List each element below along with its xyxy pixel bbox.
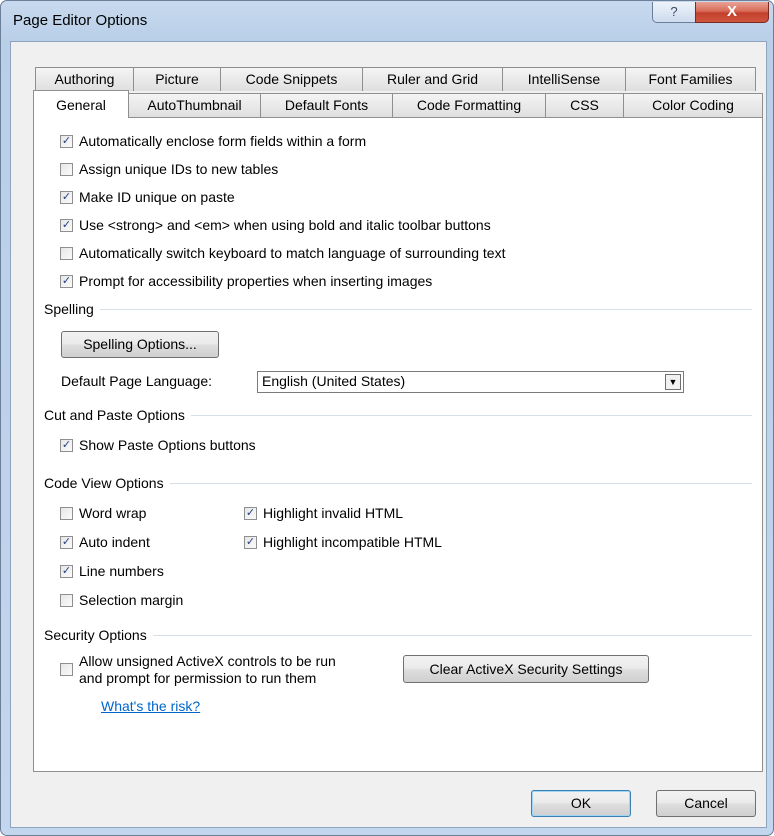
tab-ruler-and-grid[interactable]: Ruler and Grid — [362, 67, 503, 91]
general-tab-panel: ✓ Automatically enclose form fields with… — [33, 117, 763, 772]
spelling-heading: Spelling — [44, 301, 94, 317]
option-highlight-invalid-html[interactable]: ✓ Highlight invalid HTML — [244, 505, 403, 521]
option-allow-activex[interactable]: Allow unsigned ActiveX controls to be ru… — [60, 653, 336, 687]
checkbox-selection-margin[interactable] — [60, 593, 73, 607]
label-highlight-incompatible-html: Highlight incompatible HTML — [263, 534, 442, 550]
whats-the-risk-link[interactable]: What's the risk? — [101, 698, 200, 714]
help-button[interactable]: ? — [652, 2, 696, 23]
label-accessibility-prompt: Prompt for accessibility properties when… — [79, 273, 433, 289]
checkbox-accessibility-prompt[interactable]: ✓ — [60, 274, 73, 288]
label-strong-em: Use <strong> and <em> when using bold an… — [79, 217, 491, 233]
option-show-paste-options[interactable]: ✓ Show Paste Options buttons — [60, 437, 256, 453]
checkbox-highlight-incompatible-html[interactable]: ✓ — [244, 535, 257, 549]
option-line-numbers[interactable]: ✓ Line numbers — [60, 563, 164, 579]
option-enclose-form-fields[interactable]: ✓ Automatically enclose form fields with… — [60, 133, 366, 149]
code-view-section-header: Code View Options — [44, 475, 752, 491]
checkbox-line-numbers[interactable]: ✓ — [60, 564, 73, 578]
checkbox-auto-indent[interactable]: ✓ — [60, 535, 73, 549]
tab-intellisense[interactable]: IntelliSense — [502, 67, 626, 91]
option-word-wrap[interactable]: Word wrap — [60, 505, 146, 521]
cut-paste-section-header: Cut and Paste Options — [44, 407, 752, 423]
tab-picture[interactable]: Picture — [133, 67, 221, 91]
option-assign-unique-ids[interactable]: Assign unique IDs to new tables — [60, 161, 278, 177]
section-divider — [169, 482, 752, 484]
tab-font-families[interactable]: Font Families — [625, 67, 756, 91]
label-show-paste-options: Show Paste Options buttons — [79, 437, 256, 453]
chevron-down-icon[interactable]: ▼ — [665, 374, 681, 390]
option-auto-indent[interactable]: ✓ Auto indent — [60, 534, 150, 550]
label-unique-id-paste: Make ID unique on paste — [79, 189, 235, 205]
checkbox-unique-id-paste[interactable]: ✓ — [60, 190, 73, 204]
tab-default-fonts[interactable]: Default Fonts — [260, 93, 393, 117]
checkbox-show-paste-options[interactable]: ✓ — [60, 438, 73, 452]
tab-css[interactable]: CSS — [545, 93, 624, 117]
label-highlight-invalid-html: Highlight invalid HTML — [263, 505, 404, 521]
section-divider — [152, 634, 752, 636]
close-icon: X — [726, 3, 737, 20]
cancel-button[interactable]: Cancel — [656, 790, 756, 817]
option-switch-keyboard[interactable]: Automatically switch keyboard to match l… — [60, 245, 505, 261]
default-page-language-row: Default Page Language: — [61, 373, 212, 389]
spelling-options-button[interactable]: Spelling Options... — [61, 331, 219, 358]
security-heading: Security Options — [44, 627, 147, 643]
tab-row-back: Authoring Picture Code Snippets Ruler an… — [35, 67, 756, 91]
cut-paste-heading: Cut and Paste Options — [44, 407, 185, 423]
tab-autothumbnail[interactable]: AutoThumbnail — [128, 93, 261, 117]
dialog-client-area: Authoring Picture Code Snippets Ruler an… — [10, 41, 767, 828]
label-line-numbers: Line numbers — [79, 563, 164, 579]
default-page-language-select[interactable]: English (United States) ▼ — [257, 371, 684, 393]
option-selection-margin[interactable]: Selection margin — [60, 592, 183, 608]
option-unique-id-paste[interactable]: ✓ Make ID unique on paste — [60, 189, 235, 205]
tab-general[interactable]: General — [33, 90, 129, 118]
clear-activex-button[interactable]: Clear ActiveX Security Settings — [403, 655, 649, 683]
tab-code-formatting[interactable]: Code Formatting — [392, 93, 546, 117]
option-strong-em[interactable]: ✓ Use <strong> and <em> when using bold … — [60, 217, 491, 233]
option-accessibility-prompt[interactable]: ✓ Prompt for accessibility properties wh… — [60, 273, 432, 289]
tab-row-front: General AutoThumbnail Default Fonts Code… — [33, 90, 763, 118]
checkbox-highlight-invalid-html[interactable]: ✓ — [244, 506, 257, 520]
label-word-wrap: Word wrap — [79, 505, 147, 521]
label-allow-activex-line2: and prompt for permission to run them — [79, 670, 317, 686]
spelling-section-header: Spelling — [44, 301, 752, 317]
security-section-header: Security Options — [44, 627, 752, 643]
default-page-language-value: English (United States) — [262, 373, 406, 389]
checkbox-allow-activex[interactable] — [60, 663, 73, 676]
checkbox-switch-keyboard[interactable] — [60, 246, 73, 260]
close-button[interactable]: X — [695, 2, 769, 23]
title-bar[interactable]: Page Editor Options ? X — [1, 1, 773, 41]
label-assign-unique-ids: Assign unique IDs to new tables — [79, 161, 279, 177]
checkbox-assign-unique-ids[interactable] — [60, 162, 73, 176]
label-allow-activex: Allow unsigned ActiveX controls to be ru… — [79, 653, 336, 687]
label-switch-keyboard: Automatically switch keyboard to match l… — [79, 245, 506, 261]
label-allow-activex-line1: Allow unsigned ActiveX controls to be ru… — [79, 653, 336, 669]
tab-authoring[interactable]: Authoring — [35, 67, 134, 91]
help-icon: ? — [670, 4, 678, 19]
label-selection-margin: Selection margin — [79, 592, 184, 608]
section-divider — [190, 414, 752, 416]
ok-button[interactable]: OK — [531, 790, 631, 817]
label-enclose-form-fields: Automatically enclose form fields within… — [79, 133, 367, 149]
tab-color-coding[interactable]: Color Coding — [623, 93, 763, 117]
section-divider — [99, 308, 752, 310]
label-auto-indent: Auto indent — [79, 534, 150, 550]
window-title: Page Editor Options — [13, 12, 148, 29]
checkbox-strong-em[interactable]: ✓ — [60, 218, 73, 232]
tab-code-snippets[interactable]: Code Snippets — [220, 67, 363, 91]
option-highlight-incompatible-html[interactable]: ✓ Highlight incompatible HTML — [244, 534, 442, 550]
checkbox-word-wrap[interactable] — [60, 506, 73, 520]
code-view-heading: Code View Options — [44, 475, 164, 491]
checkbox-enclose-form-fields[interactable]: ✓ — [60, 134, 73, 148]
risk-link-row: What's the risk? — [101, 698, 200, 714]
default-page-language-label: Default Page Language: — [61, 373, 213, 389]
page-editor-options-dialog: Page Editor Options ? X Authoring Pictur… — [0, 0, 774, 836]
